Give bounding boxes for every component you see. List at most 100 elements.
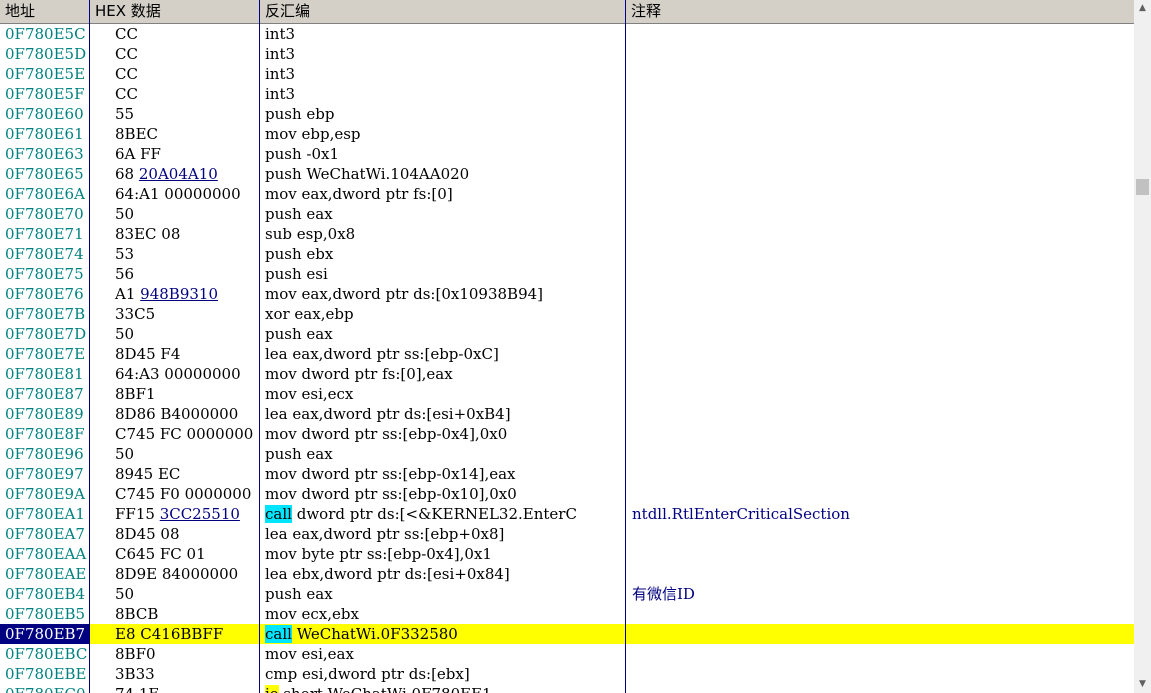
table-row[interactable]: 0F780E6A 64:A1 00000000 mov eax,dword ptr … bbox=[0, 184, 1134, 204]
table-row[interactable]: 0F780E5D CC int3 bbox=[0, 44, 1134, 64]
address-cell: 0F780E7D bbox=[5, 325, 87, 343]
disassembly-cell: mov ecx,ebx bbox=[260, 604, 625, 624]
table-row[interactable]: 0F780E8F C745 FC 0000000 mov dword ptr ss:… bbox=[0, 424, 1134, 444]
instruction-text: WeChatWi.0F332580 bbox=[291, 625, 458, 643]
table-row[interactable]: 0F780EBC 8BF0 mov esi,eax bbox=[0, 644, 1134, 664]
header-hex-data[interactable]: HEX 数据 bbox=[90, 0, 260, 23]
hex-address-link[interactable]: 20A04A10 bbox=[139, 165, 218, 183]
table-row[interactable]: 0F780EBE 3B33 cmp esi,dword ptr ds:[ebx] bbox=[0, 664, 1134, 684]
instruction-text: xor eax,ebp bbox=[265, 305, 354, 323]
hex-cell: 8BEC bbox=[90, 124, 259, 144]
table-row[interactable]: 0F780EAA C645 FC 01 mov byte ptr ss:[ebp-0… bbox=[0, 544, 1134, 564]
column-divider bbox=[89, 0, 90, 693]
comment-cell bbox=[626, 444, 1134, 464]
comment-cell bbox=[626, 684, 1134, 693]
instruction-text: push esi bbox=[265, 265, 328, 283]
disassembler-window: 地址 HEX 数据 反汇编 注释 0F780E5C CC int3 0F780E5D C… bbox=[0, 0, 1151, 693]
address-cell: 0F780E5C bbox=[5, 25, 86, 43]
hex-address-link[interactable]: 948B9310 bbox=[140, 285, 218, 303]
hex-cell: 64:A3 00000000 bbox=[90, 364, 259, 384]
address-cell: 0F780EA1 bbox=[5, 505, 85, 523]
disassembly-cell: sub esp,0x8 bbox=[260, 224, 625, 244]
hex-bytes: 53 bbox=[115, 245, 135, 263]
scroll-up-arrow-icon[interactable]: ▲ bbox=[1134, 0, 1151, 17]
table-row[interactable]: 0F780E7E 8D45 F4 lea eax,dword ptr ss:[ebp… bbox=[0, 344, 1134, 364]
table-row[interactable]: 0F780E87 8BF1 mov esi,ecx bbox=[0, 384, 1134, 404]
table-row[interactable]: 0F780E96 50 push eax bbox=[0, 444, 1134, 464]
comment-cell bbox=[626, 424, 1134, 444]
address-cell: 0F780EB5 bbox=[5, 605, 86, 623]
scrollbar-thumb[interactable] bbox=[1136, 179, 1149, 195]
table-row[interactable]: 0F780E7D 50 push eax bbox=[0, 324, 1134, 344]
instruction-text: push -0x1 bbox=[265, 145, 340, 163]
disassembly-cell: call dword ptr ds:[<&KERNEL32.EnterC bbox=[260, 504, 625, 524]
table-row[interactable]: 0F780EAE 8D9E 84000000 lea ebx,dword ptr d… bbox=[0, 564, 1134, 584]
instruction-text: push eax bbox=[265, 585, 333, 603]
disassembly-cell: mov dword ptr ss:[ebp-0x4],0x0 bbox=[260, 424, 625, 444]
disassembly-cell: mov dword ptr fs:[0],eax bbox=[260, 364, 625, 384]
table-row[interactable]: 0F780E81 64:A3 00000000 mov dword ptr fs:[… bbox=[0, 364, 1134, 384]
address-cell: 0F780E96 bbox=[5, 445, 84, 463]
instruction-text: lea eax,dword ptr ss:[ebp+0x8] bbox=[265, 525, 505, 543]
hex-bytes: 64:A1 00000000 bbox=[115, 185, 241, 203]
table-row[interactable]: 0F780EB4 50 push eax 有微信ID bbox=[0, 584, 1134, 604]
disassembly-cell: mov esi,ecx bbox=[260, 384, 625, 404]
hex-cell: 8BCB bbox=[90, 604, 259, 624]
instruction-text: push ebx bbox=[265, 245, 334, 263]
hex-bytes: 33C5 bbox=[115, 305, 156, 323]
address-cell: 0F780E60 bbox=[5, 105, 84, 123]
comment-cell bbox=[626, 264, 1134, 284]
comment-cell bbox=[626, 64, 1134, 84]
comment-cell bbox=[626, 104, 1134, 124]
hex-cell: CC bbox=[90, 84, 259, 104]
hex-cell: 56 bbox=[90, 264, 259, 284]
hex-bytes: CC bbox=[115, 25, 138, 43]
table-row[interactable]: 0F780E76 A1 948B9310 mov eax,dword ptr ds:… bbox=[0, 284, 1134, 304]
hex-cell: C745 FC 0000000 bbox=[90, 424, 259, 444]
address-cell: 0F780E70 bbox=[5, 205, 84, 223]
table-row[interactable]: 0F780EB5 8BCB mov ecx,ebx bbox=[0, 604, 1134, 624]
address-cell: 0F780EBE bbox=[5, 665, 87, 683]
table-row[interactable]: 0F780E61 8BEC mov ebp,esp bbox=[0, 124, 1134, 144]
disassembly-cell: int3 bbox=[260, 64, 625, 84]
hex-cell: CC bbox=[90, 64, 259, 84]
disassembly-cell: push eax bbox=[260, 204, 625, 224]
table-row[interactable]: 0F780E60 55 push ebp bbox=[0, 104, 1134, 124]
scroll-down-arrow-icon[interactable]: ▼ bbox=[1134, 676, 1151, 693]
table-row[interactable]: 0F780E9A C745 F0 0000000 mov dword ptr ss:… bbox=[0, 484, 1134, 504]
address-cell: 0F780EA7 bbox=[5, 525, 85, 543]
table-row[interactable]: 0F780E74 53 push ebx bbox=[0, 244, 1134, 264]
table-row[interactable]: 0F780EC0 74 1E je short WeChatWi.0F780EE1 bbox=[0, 684, 1134, 693]
table-row[interactable]: 0F780EA1 FF15 3CC25510 call dword ptr ds:[… bbox=[0, 504, 1134, 524]
instruction-text: int3 bbox=[265, 25, 296, 43]
vertical-scrollbar[interactable]: ▲ ▼ bbox=[1134, 0, 1151, 693]
table-row[interactable]: 0F780E97 8945 EC mov dword ptr ss:[ebp-0x1… bbox=[0, 464, 1134, 484]
table-row[interactable]: 0F780EA7 8D45 08 lea eax,dword ptr ss:[ebp… bbox=[0, 524, 1134, 544]
comment-cell bbox=[626, 44, 1134, 64]
instruction-text: mov eax,dword ptr fs:[0] bbox=[265, 185, 453, 203]
table-row[interactable]: 0F780E63 6A FF push -0x1 bbox=[0, 144, 1134, 164]
table-row[interactable]: 0F780E89 8D86 B4000000 lea eax,dword ptr d… bbox=[0, 404, 1134, 424]
header-comment[interactable]: 注释 bbox=[626, 0, 1134, 23]
table-row[interactable]: 0F780E75 56 push esi bbox=[0, 264, 1134, 284]
table-row[interactable]: 0F780E5E CC int3 bbox=[0, 64, 1134, 84]
table-row-selected[interactable]: 0F780EB7 E8 C416BBFF call WeChatWi.0F33258… bbox=[0, 624, 1134, 644]
table-row[interactable]: 0F780E65 68 20A04A10 push WeChatWi.104AA02… bbox=[0, 164, 1134, 184]
comment-cell bbox=[626, 284, 1134, 304]
hex-address-link[interactable]: 3CC25510 bbox=[160, 505, 240, 523]
comment-cell bbox=[626, 164, 1134, 184]
table-row[interactable]: 0F780E5C CC int3 bbox=[0, 24, 1134, 44]
comment-cell bbox=[626, 624, 1134, 644]
table-row[interactable]: 0F780E71 83EC 08 sub esp,0x8 bbox=[0, 224, 1134, 244]
table-row[interactable]: 0F780E7B 33C5 xor eax,ebp bbox=[0, 304, 1134, 324]
address-cell: 0F780E6A bbox=[5, 185, 85, 203]
table-row[interactable]: 0F780E70 50 push eax bbox=[0, 204, 1134, 224]
instruction-text: lea ebx,dword ptr ds:[esi+0x84] bbox=[265, 565, 510, 583]
address-cell: 0F780E97 bbox=[5, 465, 84, 483]
comment-cell bbox=[626, 644, 1134, 664]
instruction-text: mov byte ptr ss:[ebp-0x4],0x1 bbox=[265, 545, 492, 563]
disassembly-list[interactable]: 0F780E5C CC int3 0F780E5D CC int3 0F780E5E CC in… bbox=[0, 24, 1134, 693]
header-address[interactable]: 地址 bbox=[0, 0, 90, 23]
table-row[interactable]: 0F780E5F CC int3 bbox=[0, 84, 1134, 104]
header-disassembly[interactable]: 反汇编 bbox=[260, 0, 626, 23]
